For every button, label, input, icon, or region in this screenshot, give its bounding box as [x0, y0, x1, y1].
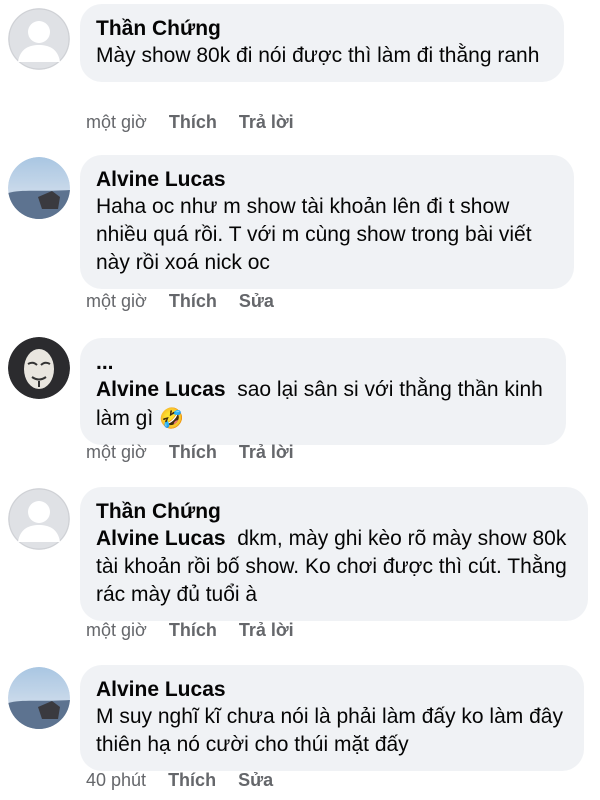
avatar-mask[interactable] [8, 337, 70, 399]
comment-time[interactable]: một giờ [86, 291, 147, 312]
comment-actions: một giờ Thích Trả lời [86, 620, 294, 641]
edit-button[interactable]: Sửa [239, 291, 274, 312]
comment-actions: một giờ Thích Trả lời [86, 442, 294, 463]
comment-time[interactable]: một giờ [86, 442, 147, 463]
like-button[interactable]: Thích [169, 291, 217, 312]
comment-actions: một giờ Thích Trả lời [86, 112, 294, 133]
like-button[interactable]: Thích [168, 770, 216, 791]
reply-button[interactable]: Trả lời [239, 112, 294, 133]
comment-actions: 40 phút Thích Sửa [86, 770, 273, 791]
landscape-avatar-icon [8, 157, 70, 219]
comment-time[interactable]: một giờ [86, 112, 147, 133]
comment-bubble: Thần Chứng Mày show 80k đi nói được thì … [80, 4, 564, 82]
avatar-photo[interactable] [8, 667, 70, 729]
comment-author[interactable]: ... [96, 350, 548, 376]
rofl-emoji: 🤣 [159, 406, 184, 430]
comment-author[interactable]: Thần Chứng [96, 16, 546, 42]
comment-actions: một giờ Thích Sửa [86, 291, 274, 312]
comment-author[interactable]: Thần Chứng [96, 499, 570, 525]
avatar-default[interactable] [8, 488, 70, 550]
comment-bubble: ... Alvine Lucas sao lại sân si với thằn… [80, 338, 566, 445]
like-button[interactable]: Thích [169, 112, 217, 133]
comment-author[interactable]: Alvine Lucas [96, 167, 556, 193]
comment-author[interactable]: Alvine Lucas [96, 677, 566, 703]
default-user-icon [8, 8, 70, 70]
landscape-avatar-icon [8, 667, 70, 729]
comment-time[interactable]: 40 phút [86, 770, 146, 791]
reply-button[interactable]: Trả lời [239, 620, 294, 641]
comment-bubble: Thần Chứng Alvine Lucas dkm, mày ghi kèo… [80, 487, 588, 621]
like-button[interactable]: Thích [169, 620, 217, 641]
comment-text: Alvine Lucas sao lại sân si với thằng th… [96, 376, 548, 433]
mention-tag[interactable]: Alvine Lucas [96, 378, 226, 401]
default-user-icon [8, 488, 70, 550]
comment-time[interactable]: một giờ [86, 620, 147, 641]
edit-button[interactable]: Sửa [238, 770, 273, 791]
comment-bubble: Alvine Lucas Haha oc như m show tài khoả… [80, 155, 574, 289]
comment-bubble: Alvine Lucas M suy nghĩ kĩ chưa nói là p… [80, 665, 584, 771]
mention-tag[interactable]: Alvine Lucas [96, 527, 226, 550]
comment-text: Mày show 80k đi nói được thì làm đi thằn… [96, 44, 540, 67]
mask-avatar-icon [8, 337, 70, 399]
comment-text: M suy nghĩ kĩ chưa nói là phải làm đấy k… [96, 705, 563, 756]
avatar-default[interactable] [8, 8, 70, 70]
comment-text: Alvine Lucas dkm, mày ghi kèo rõ mày sho… [96, 525, 570, 609]
avatar-photo[interactable] [8, 157, 70, 219]
reply-button[interactable]: Trả lời [239, 442, 294, 463]
like-button[interactable]: Thích [169, 442, 217, 463]
comment-text: Haha oc như m show tài khoản lên đi t sh… [96, 195, 532, 274]
